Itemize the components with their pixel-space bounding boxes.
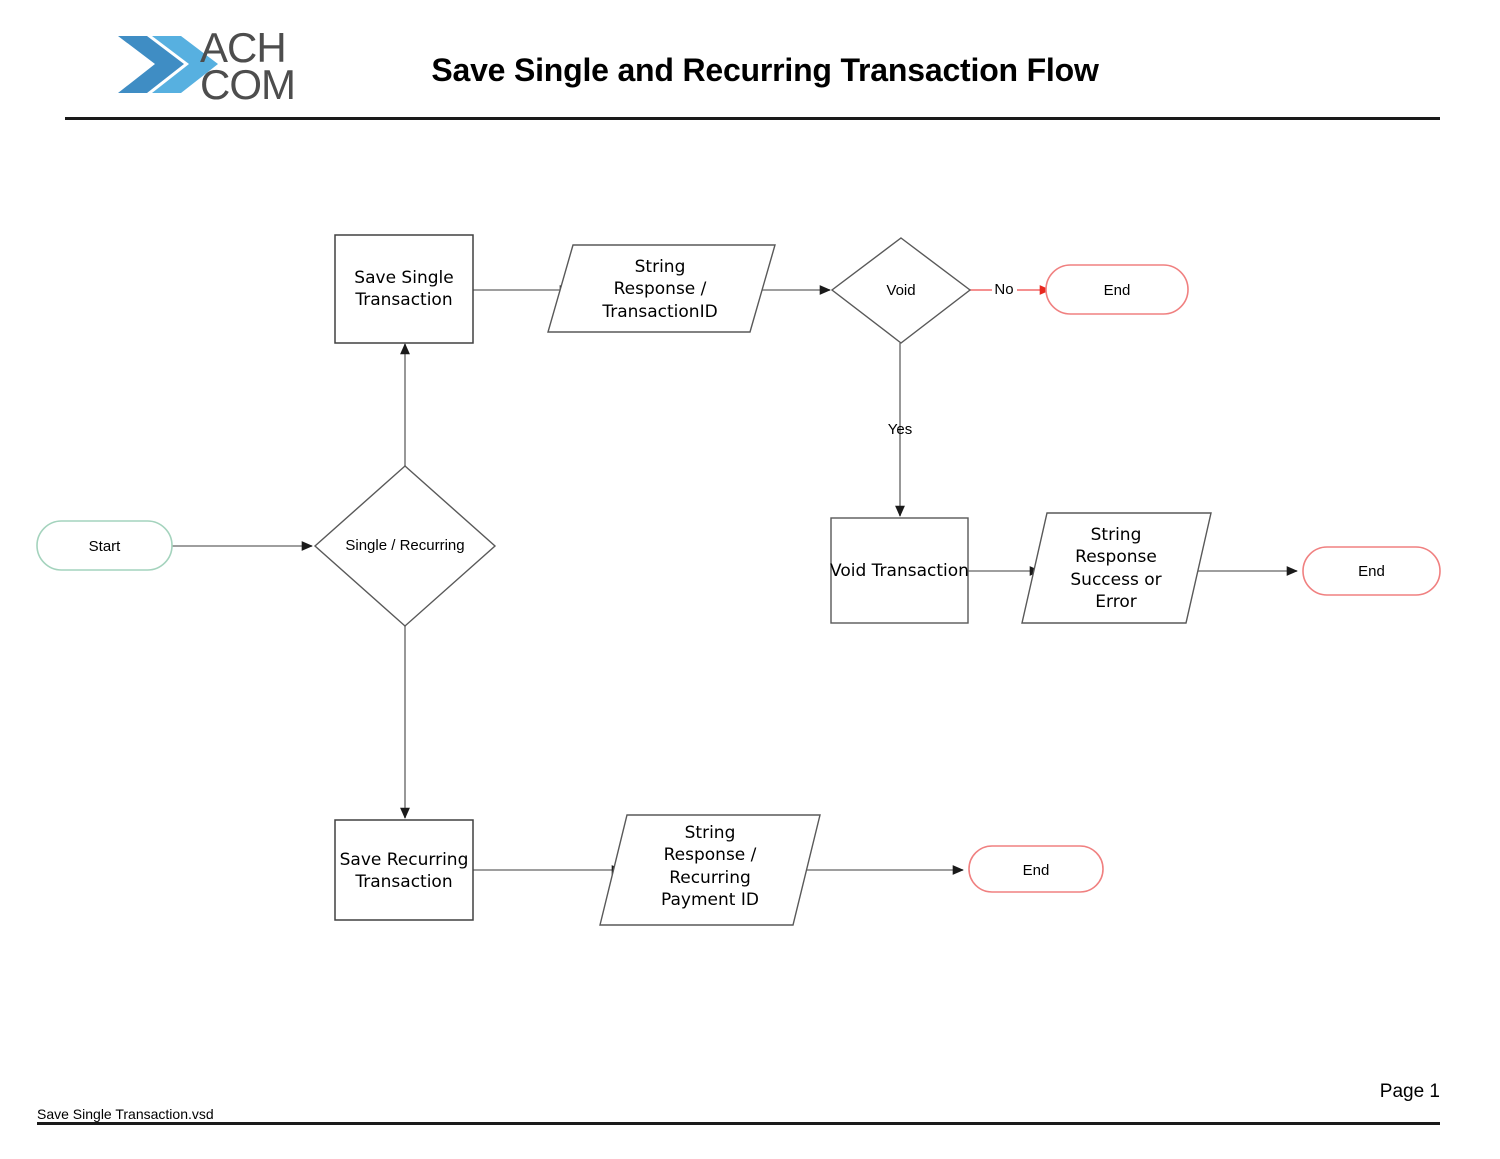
node-save-recurring-transaction[interactable] <box>334 819 474 921</box>
page-number: Page 1 <box>1379 1081 1440 1102</box>
document-filename: Save Single Transaction.vsd <box>37 1106 214 1122</box>
logo-text-com: COM <box>200 61 296 108</box>
node-single-recurring-decision[interactable] <box>313 465 497 627</box>
node-void-transaction[interactable] <box>830 517 969 624</box>
footer-divider <box>37 1122 1440 1125</box>
page-title: Save Single and Recurring Transaction Fl… <box>431 52 1099 88</box>
shapes <box>36 234 1441 926</box>
node-save-single-transaction[interactable] <box>334 234 474 344</box>
node-start[interactable] <box>36 520 173 571</box>
node-response-success-error[interactable] <box>1021 512 1212 624</box>
header-divider <box>65 117 1440 120</box>
flowchart-canvas <box>36 36 1441 926</box>
node-void-decision[interactable] <box>830 237 972 344</box>
node-end-recurring-branch[interactable] <box>968 845 1104 893</box>
node-end-void-branch[interactable] <box>1302 546 1441 596</box>
node-end-no-branch[interactable] <box>1045 264 1189 315</box>
node-response-recurring-payment-id[interactable] <box>599 814 821 926</box>
node-response-transactionid[interactable] <box>547 244 776 333</box>
